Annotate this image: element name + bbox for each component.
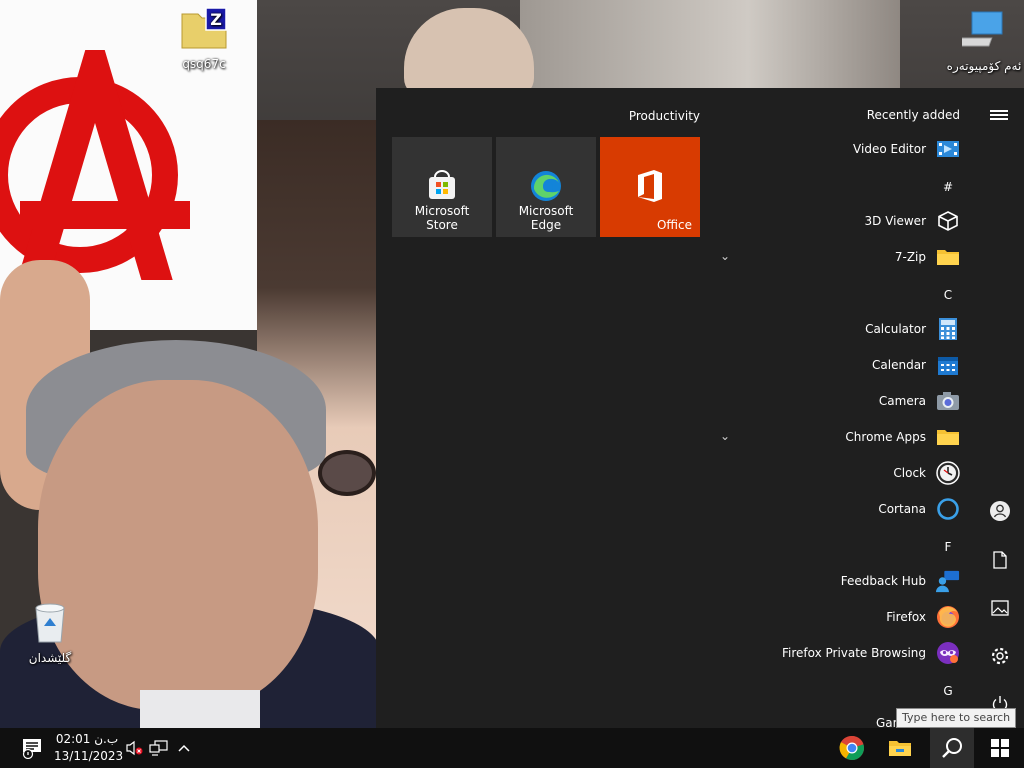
tiles-group-title[interactable]: Productivity: [629, 109, 700, 123]
app-item-camera[interactable]: Camera: [879, 386, 960, 416]
app-item-label: Clock: [893, 466, 926, 480]
folder-icon: [936, 425, 960, 449]
pictures-icon[interactable]: [988, 596, 1012, 620]
clock-date: 13/11/2023: [54, 749, 124, 763]
taskbar-file-explorer-button[interactable]: [880, 728, 920, 768]
action-center-button[interactable]: [14, 728, 50, 768]
network-icon[interactable]: [148, 728, 170, 768]
chevron-down-icon[interactable]: ⌄: [720, 429, 730, 443]
search-icon: [942, 738, 962, 758]
app-item-cortana[interactable]: Cortana: [878, 494, 960, 524]
app-item-7-zip[interactable]: 7-Zip: [895, 242, 960, 272]
start-button[interactable]: [978, 728, 1022, 768]
microsoft-store-icon: [429, 170, 455, 199]
tile-label: Microsoft Edge: [518, 204, 574, 232]
tile-label: Microsoft Store: [414, 204, 470, 232]
app-item-clock[interactable]: Clock: [893, 458, 960, 488]
video-editor-icon: [936, 137, 960, 161]
documents-icon[interactable]: [988, 548, 1012, 572]
tile-microsoft-edge[interactable]: Microsoft Edge: [496, 137, 596, 237]
app-item-label: Feedback Hub: [840, 574, 926, 588]
desktop-icon-label: ئەم کۆمپیوتەرە: [946, 59, 1022, 73]
app-item-3d-viewer[interactable]: 3D Viewer: [865, 206, 960, 236]
desktop-icon-label: گلێشدان: [28, 651, 72, 665]
app-item-firefox[interactable]: Firefox: [886, 602, 960, 632]
tile-office[interactable]: Office: [600, 137, 700, 237]
app-item-label: Firefox Private Browsing: [781, 646, 926, 660]
file-explorer-icon: [889, 741, 911, 756]
desktop-icon-recycle-bin[interactable]: گلێشدان: [10, 600, 90, 665]
user-account-icon[interactable]: [988, 499, 1012, 523]
app-item-label: 7-Zip: [894, 250, 926, 264]
clock-icon: [936, 461, 960, 485]
edge-icon: [531, 171, 561, 201]
letter-header[interactable]: F: [936, 540, 960, 554]
firefox-icon: [936, 605, 960, 629]
wallpaper-shirt-shape: [140, 690, 260, 730]
calendar-icon: [936, 353, 960, 377]
app-item-firefox-private-browsing[interactable]: Firefox Private Browsing: [782, 638, 960, 668]
app-item-video-editor[interactable]: Video Editor: [853, 134, 960, 164]
chrome-icon: [839, 735, 864, 760]
taskbar-search-button[interactable]: [930, 728, 974, 768]
taskbar: 02:01 ب.ن 13/11/2023: [0, 728, 1024, 768]
letter-header[interactable]: C: [936, 288, 960, 302]
recycle-bin-icon: [35, 603, 65, 643]
app-item-label: Firefox: [886, 610, 926, 624]
cube-icon: [936, 209, 960, 233]
taskbar-clock[interactable]: 02:01 ب.ن 13/11/2023: [54, 731, 124, 765]
tile-label: Office: [656, 218, 692, 232]
app-item-chrome-apps[interactable]: Chrome Apps: [845, 422, 960, 452]
app-item-feedback-hub[interactable]: Feedback Hub: [841, 566, 960, 596]
wallpaper-anime-eye: [318, 450, 376, 496]
wallpaper-room-region: [520, 0, 900, 90]
letter-header[interactable]: #: [936, 180, 960, 194]
app-item-label: Calendar: [872, 358, 926, 372]
volume-muted-icon[interactable]: [124, 728, 144, 768]
start-menu: Productivity Microsoft Store Microsoft E…: [376, 88, 1024, 728]
svg-text:Z: Z: [210, 10, 222, 29]
desktop-icon-zip-archive[interactable]: Z qsq67c: [164, 6, 244, 71]
app-item-label: Camera: [878, 394, 926, 408]
office-icon: [638, 170, 662, 202]
app-item-label: 3D Viewer: [864, 214, 926, 228]
app-item-calendar[interactable]: Calendar: [872, 350, 960, 380]
app-item-label: Video Editor: [853, 142, 926, 156]
app-item-label: Cortana: [878, 502, 926, 516]
app-item-calculator[interactable]: Calculator: [865, 314, 960, 344]
taskbar-chrome-button[interactable]: [832, 728, 872, 768]
zip-folder-icon: Z: [181, 7, 227, 49]
anarchy-symbol-graphic: [0, 50, 190, 280]
camera-icon: [936, 389, 960, 413]
show-hidden-icons-chevron-up-icon[interactable]: [174, 728, 194, 768]
app-item-label: Calculator: [865, 322, 926, 336]
tile-microsoft-store[interactable]: Microsoft Store: [392, 137, 492, 237]
feedback-hub-icon: [936, 569, 960, 593]
start-side-rail: [976, 88, 1024, 728]
calculator-icon: [936, 317, 960, 341]
folder-icon: [936, 245, 960, 269]
settings-gear-icon[interactable]: [988, 644, 1012, 668]
firefox-private-icon: [936, 641, 960, 665]
letter-header[interactable]: G: [936, 684, 960, 698]
notification-icon: [22, 739, 41, 759]
recently-added-header: Recently added: [866, 108, 960, 122]
chevron-down-icon[interactable]: ⌄: [720, 249, 730, 263]
app-item-label: Chrome Apps: [845, 430, 926, 444]
desktop-icon-this-pc[interactable]: ئەم کۆمپیوتەرە: [944, 10, 1024, 73]
search-tooltip: Type here to search: [896, 708, 1017, 728]
clock-time: 02:01 ب.ن: [55, 732, 119, 746]
this-pc-icon: [952, 11, 1003, 47]
windows-logo-icon: [991, 739, 1009, 757]
cortana-icon: [936, 497, 960, 521]
desktop-icon-label: qsq67c: [182, 57, 226, 71]
